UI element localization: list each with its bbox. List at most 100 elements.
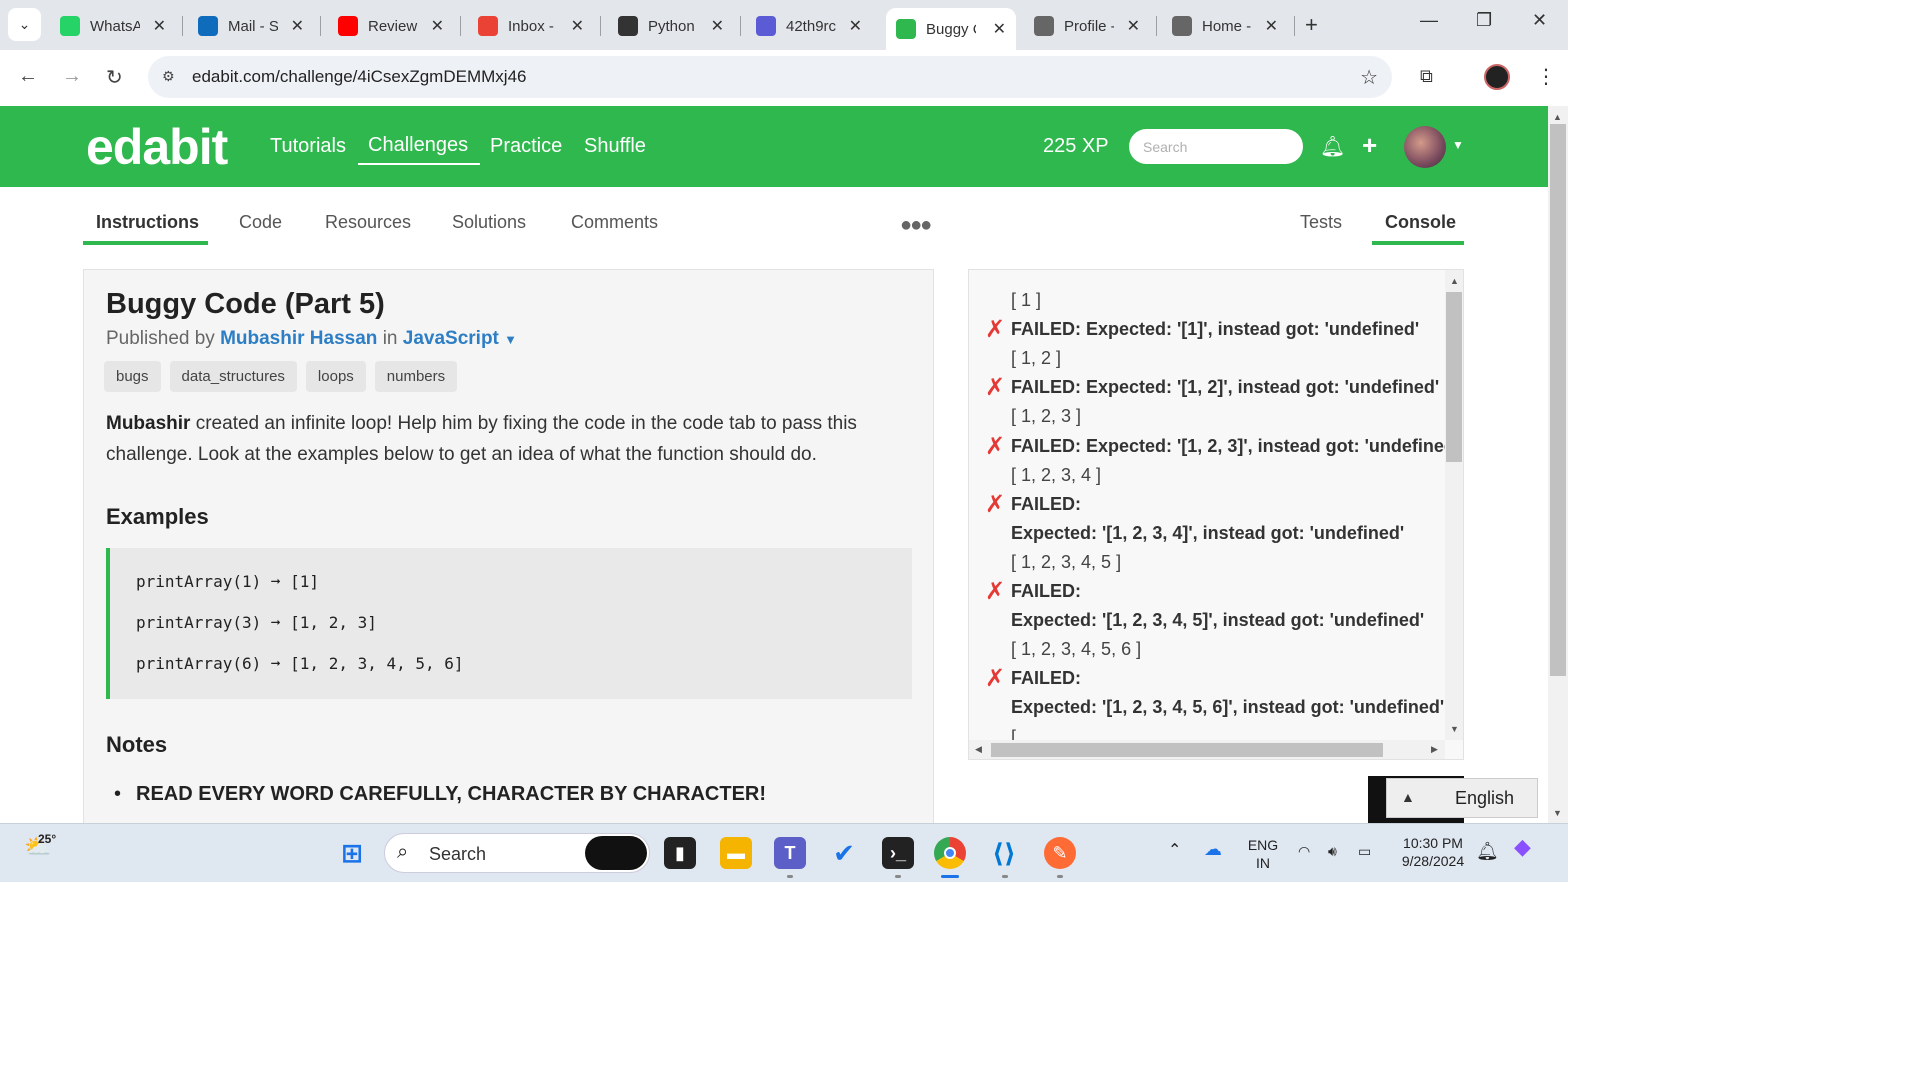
page-scroll-down-icon[interactable]: ▼ xyxy=(1553,808,1562,818)
user-avatar[interactable] xyxy=(1404,126,1446,168)
close-tab-icon[interactable]: ✕ xyxy=(711,16,724,36)
page-scroll-up-icon[interactable]: ▲ xyxy=(1553,112,1562,122)
restore-button[interactable]: ❐ xyxy=(1476,10,1492,31)
language-selector[interactable]: ▲ English xyxy=(1386,778,1538,818)
tag-data-structures[interactable]: data_structures xyxy=(169,361,297,392)
tab-comments[interactable]: Comments xyxy=(571,212,658,233)
taskbar-search-label: Search xyxy=(429,844,487,864)
vscode-icon[interactable]: ⟨⟩ xyxy=(988,837,1020,869)
forward-button[interactable]: → xyxy=(62,65,82,88)
input-language-indicator[interactable]: ENG IN xyxy=(1246,836,1280,872)
browser-tab[interactable]: 42th9rc ✕ xyxy=(746,8,872,44)
edabit-icon xyxy=(896,19,916,39)
onedrive-cloud-icon[interactable]: ☁ xyxy=(1204,840,1222,858)
scroll-down-arrow-icon[interactable]: ▼ xyxy=(1450,724,1459,734)
tab-solutions[interactable]: Solutions xyxy=(452,212,526,233)
fail-x-icon: ✗ xyxy=(985,316,1006,344)
example-line: printArray(1) ➞ [1] xyxy=(136,572,320,591)
postman-icon[interactable]: ✎ xyxy=(1044,837,1076,869)
nav-tutorials[interactable]: Tutorials xyxy=(270,135,346,158)
create-plus-icon[interactable]: + xyxy=(1362,130,1377,161)
extensions-icon[interactable]: ⧉ xyxy=(1420,66,1433,87)
tag-list: bugs data_structures loops numbers xyxy=(104,361,458,392)
language-caret-icon[interactable]: ▼ xyxy=(504,332,517,347)
todo-check-icon[interactable]: ✔ xyxy=(828,837,860,869)
caret-down-icon[interactable]: ▼ xyxy=(1452,138,1464,152)
close-tab-icon[interactable]: ✕ xyxy=(153,16,166,36)
page-scroll-thumb[interactable] xyxy=(1550,124,1566,676)
minimize-button[interactable]: — xyxy=(1420,10,1438,31)
new-tab-button[interactable]: + xyxy=(1305,12,1318,38)
tab-code[interactable]: Code xyxy=(239,212,282,233)
site-search-input[interactable] xyxy=(1129,129,1303,164)
tag-loops[interactable]: loops xyxy=(305,361,366,392)
task-view-icon[interactable]: ▮ xyxy=(664,837,696,869)
browser-tab[interactable]: Buggy C ✕ xyxy=(886,8,1016,50)
browser-tab[interactable]: Mail - Si ✕ xyxy=(188,8,314,44)
url-text[interactable]: edabit.com/challenge/4iCsexZgmDEMMxj46 xyxy=(192,67,526,87)
tab-search-button[interactable]: ⌄ xyxy=(8,8,41,41)
nav-shuffle[interactable]: Shuffle xyxy=(584,135,646,158)
console-log-line: [ 1, 2, 3, 4 ] xyxy=(1011,464,1102,485)
console-log-line: [ 1, 2 ] xyxy=(1011,348,1062,369)
browser-menu-icon[interactable]: ⋮ xyxy=(1536,64,1556,89)
teams-icon[interactable]: T xyxy=(774,837,806,869)
site-info-icon[interactable]: ⚙ xyxy=(162,68,175,85)
terminal-icon[interactable]: ›_ xyxy=(882,837,914,869)
tag-numbers[interactable]: numbers xyxy=(374,361,458,392)
browser-tab[interactable]: Profile - ✕ xyxy=(1024,8,1150,44)
tab-separator xyxy=(740,16,741,36)
reload-button[interactable]: ↻ xyxy=(106,65,123,90)
tray-overflow-chevron-icon[interactable]: ⌃ xyxy=(1168,842,1181,860)
browser-tab[interactable]: Inbox - r ✕ xyxy=(468,8,594,44)
close-tab-icon[interactable]: ✕ xyxy=(849,16,862,36)
tab-tests[interactable]: Tests xyxy=(1300,212,1342,233)
author-link[interactable]: Mubashir Hassan xyxy=(220,328,377,349)
browser-tab[interactable]: Reviewing ✕ xyxy=(328,8,454,44)
browser-tab[interactable]: WhatsApp ✕ xyxy=(50,8,176,44)
nav-practice[interactable]: Practice xyxy=(490,135,562,158)
fail-x-icon: ✗ xyxy=(985,578,1006,605)
youtube-icon xyxy=(338,16,358,36)
browser-tab[interactable]: Python ✕ xyxy=(608,8,734,44)
tab-instructions[interactable]: Instructions xyxy=(96,212,199,233)
close-tab-icon[interactable]: ✕ xyxy=(291,16,304,36)
copilot-icon[interactable]: ◆ xyxy=(1514,836,1531,858)
taskbar-search[interactable]: ⌕ Search xyxy=(384,833,650,873)
omnibox[interactable]: ⚙ edabit.com/challenge/4iCsexZgmDEMMxj46… xyxy=(148,56,1392,98)
tab-separator xyxy=(182,16,183,36)
start-windows-icon[interactable]: ⊞ xyxy=(336,837,368,869)
battery-icon[interactable]: ▭ xyxy=(1358,842,1371,860)
back-button[interactable]: ← xyxy=(18,65,38,88)
notification-bell-icon[interactable]: 🔔︎ xyxy=(1320,134,1345,159)
bookmark-star-icon[interactable]: ☆ xyxy=(1360,65,1378,90)
close-tab-icon[interactable]: ✕ xyxy=(431,16,444,36)
scroll-left-arrow-icon[interactable]: ◀ xyxy=(975,744,982,755)
instructions-card: Buggy Code (Part 5) Published by Mubashi… xyxy=(83,269,934,829)
notification-icon[interactable]: 🔔︎ xyxy=(1476,842,1499,860)
tab-resources[interactable]: Resources xyxy=(325,212,411,233)
more-options-icon[interactable]: ●●● xyxy=(900,214,932,237)
close-tab-icon[interactable]: ✕ xyxy=(1127,16,1140,36)
browser-tab[interactable]: Home - ✕ xyxy=(1162,8,1288,44)
volume-icon[interactable]: 🔊︎ xyxy=(1328,842,1337,860)
tag-bugs[interactable]: bugs xyxy=(104,361,161,392)
wifi-icon[interactable]: ◠ xyxy=(1298,842,1310,860)
nav-challenges[interactable]: Challenges xyxy=(358,134,481,165)
clock[interactable]: 10:30 PM 9/28/2024 xyxy=(1396,834,1470,870)
close-window-button[interactable]: ✕ xyxy=(1532,10,1547,31)
tab-console[interactable]: Console xyxy=(1385,212,1456,233)
file-explorer-icon[interactable]: ▬ xyxy=(720,837,752,869)
chrome-icon[interactable] xyxy=(934,837,966,869)
close-tab-icon[interactable]: ✕ xyxy=(1265,16,1278,36)
close-tab-icon[interactable]: ✕ xyxy=(571,16,584,36)
close-tab-icon[interactable]: ✕ xyxy=(993,19,1006,39)
console-panel[interactable]: [ 1 ] FAILED: Expected: '[1]', instead go… xyxy=(968,269,1464,760)
browser-profile-avatar[interactable] xyxy=(1484,64,1510,90)
edabit-logo[interactable]: edabit xyxy=(86,118,228,176)
console-vertical-thumb[interactable] xyxy=(1446,292,1462,462)
scroll-right-arrow-icon[interactable]: ▶ xyxy=(1431,744,1438,755)
scroll-up-arrow-icon[interactable]: ▲ xyxy=(1450,276,1459,286)
language-link[interactable]: JavaScript xyxy=(403,328,499,349)
console-horizontal-thumb[interactable] xyxy=(991,743,1383,757)
